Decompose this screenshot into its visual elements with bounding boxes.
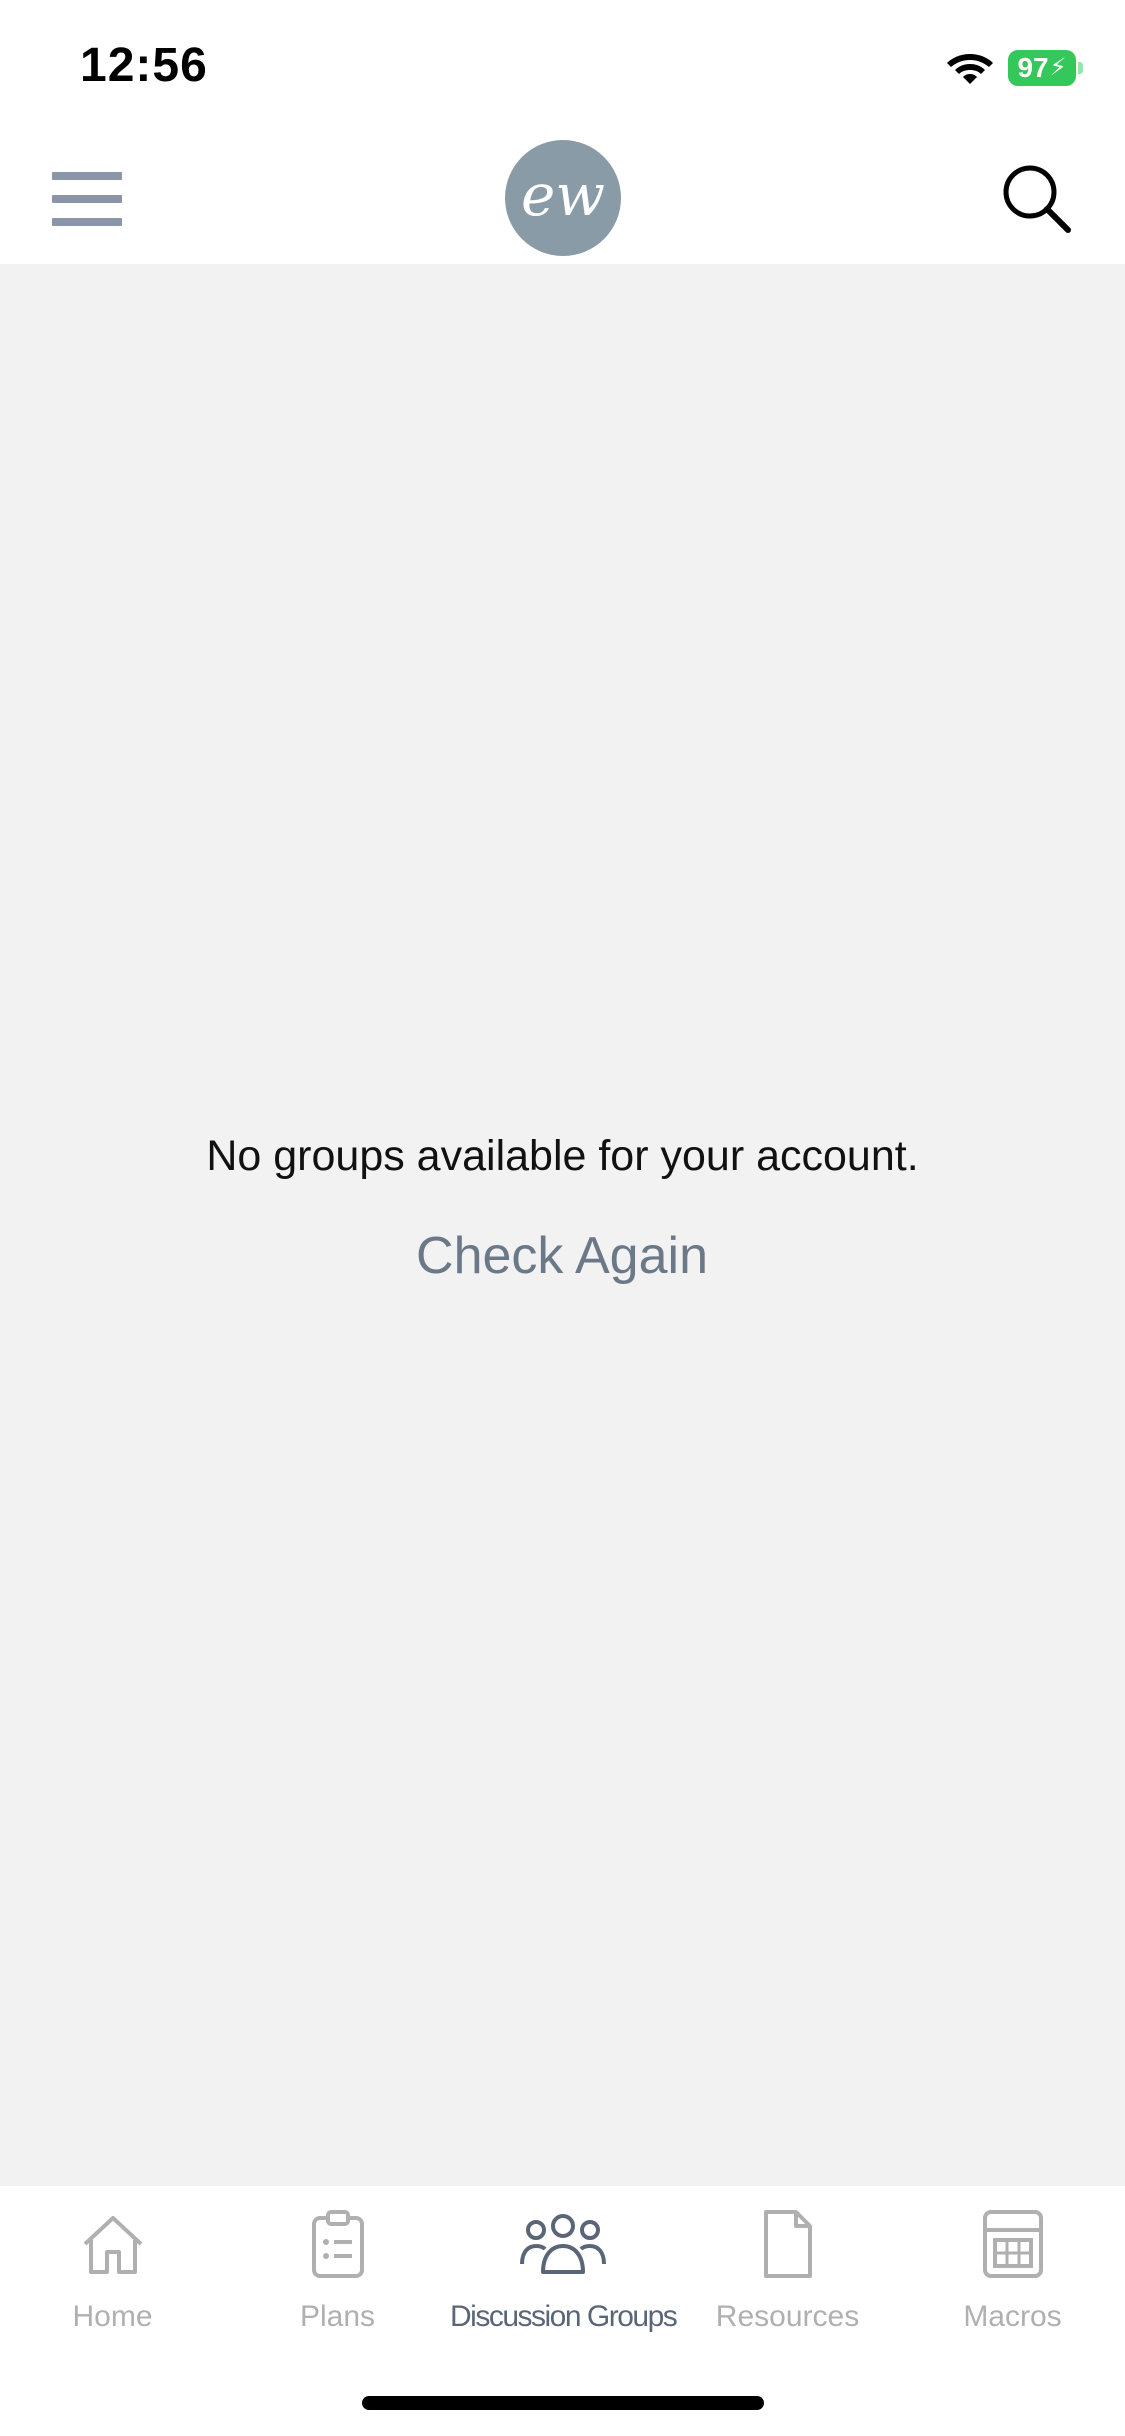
search-icon[interactable] <box>1000 162 1074 236</box>
clipboard-icon <box>312 2210 364 2278</box>
home-icon <box>83 2216 143 2274</box>
tab-macros[interactable]: Macros <box>900 2208 1125 2348</box>
tab-plans[interactable]: Plans <box>225 2208 450 2348</box>
home-indicator <box>362 2396 764 2410</box>
nav-header: ew <box>0 132 1125 264</box>
document-icon <box>764 2210 812 2278</box>
logo-text: ew <box>521 161 605 229</box>
empty-state-message: No groups available for your account. <box>206 1132 919 1180</box>
status-time: 12:56 <box>80 39 208 92</box>
charging-bolt-icon: ⚡ <box>1049 54 1067 81</box>
tab-resources[interactable]: Resources <box>675 2208 900 2348</box>
tab-resources-label: Resources <box>715 2300 860 2333</box>
calculator-icon <box>983 2210 1043 2278</box>
battery-percent: 97 <box>1017 52 1049 83</box>
main-content: No groups available for your account. Ch… <box>0 264 1125 2186</box>
tab-bar: Home Plans Discussion Groups Resources M… <box>0 2186 1125 2436</box>
tab-plans-label: Plans <box>299 2300 376 2333</box>
tab-discussion-groups[interactable]: Discussion Groups <box>450 2208 678 2348</box>
people-group-icon <box>520 2214 606 2274</box>
tab-discussion-groups-label: Discussion Groups <box>450 2300 678 2333</box>
hamburger-menu-icon[interactable] <box>52 172 122 226</box>
app-screen: 12:56 97 ⚡ ew No groups available for you… <box>0 0 1125 2436</box>
status-bar: 12:56 97 ⚡ <box>0 0 1125 132</box>
tab-home[interactable]: Home <box>0 2208 225 2348</box>
tab-home-label: Home <box>72 2300 153 2333</box>
battery-tip <box>1078 62 1083 74</box>
wifi-icon <box>947 54 993 84</box>
check-again-button[interactable]: Check Again <box>362 1226 762 1286</box>
battery-indicator: 97 ⚡ <box>1008 50 1076 86</box>
brand-logo[interactable]: ew <box>505 140 621 256</box>
tab-macros-label: Macros <box>963 2300 1062 2333</box>
